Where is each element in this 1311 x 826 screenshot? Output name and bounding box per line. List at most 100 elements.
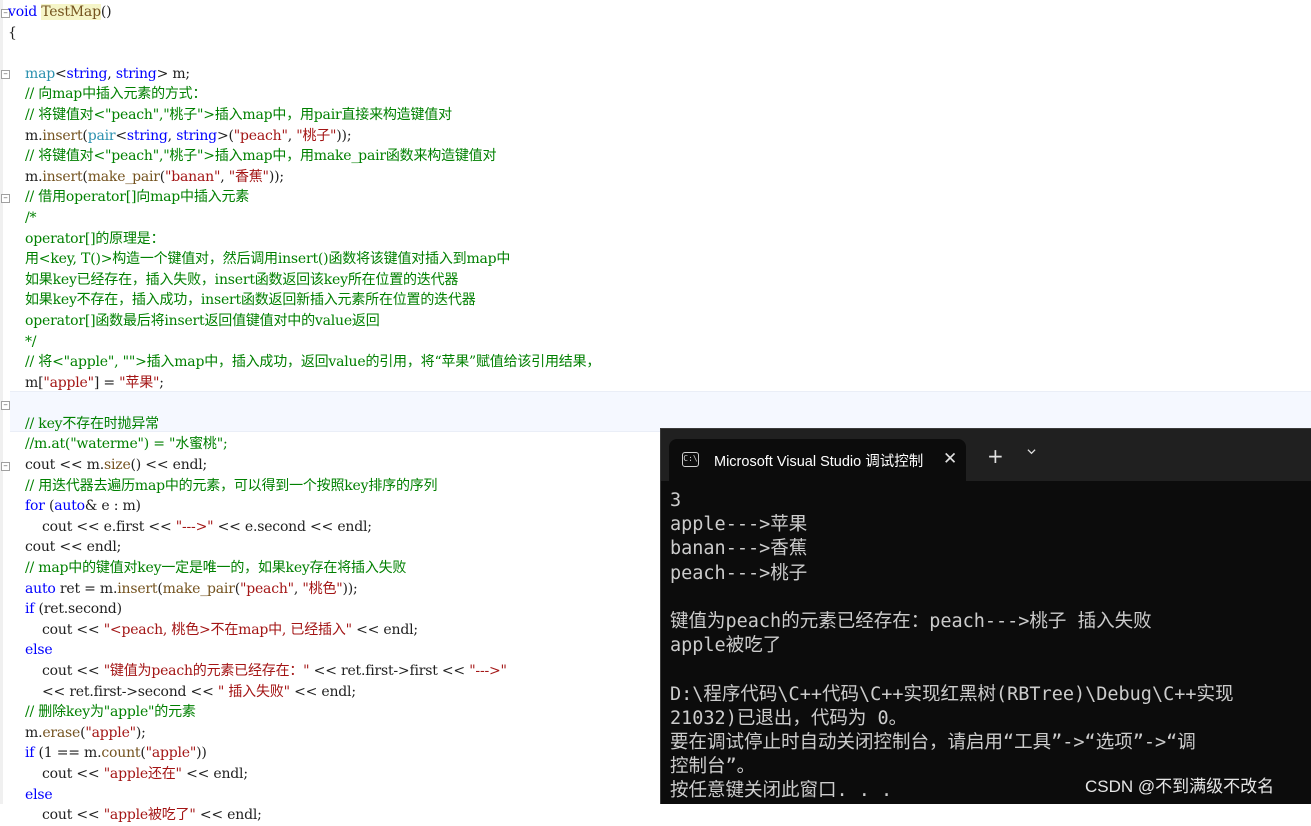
close-tab-icon[interactable]: ✕ [943, 448, 957, 470]
code-token: // 将键值对<"peach","桃子">插入map中，用make_pair函数… [8, 148, 497, 165]
code-line[interactable]: auto ret = m.insert(make_pair("peach", "… [8, 579, 600, 600]
code-line[interactable]: { [8, 23, 600, 44]
code-token: // key不存在时抛异常 [8, 415, 159, 432]
code-token: , [287, 127, 297, 144]
code-line[interactable]: */ [8, 332, 600, 353]
code-line[interactable]: void TestMap() [8, 2, 600, 23]
code-line[interactable] [8, 43, 600, 64]
code-line[interactable]: //m.at("waterme") = "水蜜桃"; [8, 434, 600, 455]
code-line[interactable]: // key不存在时抛异常 [8, 414, 600, 435]
code-line[interactable] [8, 393, 600, 414]
code-token: cout << e.first << [8, 518, 176, 535]
debug-console-window[interactable]: C:\ Microsoft Visual Studio 调试控制台 ✕ + 3 a… [660, 428, 1311, 804]
code-token: ( [44, 498, 55, 515]
code-line[interactable]: // 向map中插入元素的方式： [8, 84, 600, 105]
code-token: // 向map中插入元素的方式： [8, 86, 207, 103]
code-line[interactable]: else [8, 785, 600, 806]
console-line: apple--->苹果 [670, 514, 808, 536]
code-token: ); [135, 724, 146, 741]
code-token: // 将键值对<"peach","桃子">插入map中，用pair直接来构造键值… [8, 106, 452, 123]
code-token: (ret.second) [34, 601, 122, 618]
code-token: "--->" [469, 663, 507, 679]
code-token: (1 == m. [34, 745, 102, 762]
code-token: m. [8, 168, 43, 185]
code-line[interactable]: // map中的键值对key一定是唯一的，如果key存在将插入失败 [8, 558, 600, 579]
code-token: void [8, 4, 37, 20]
code-line[interactable]: cout << endl; [8, 537, 600, 558]
code-token: << endl; [195, 807, 262, 824]
code-line[interactable]: 用<key, T()>构造一个键值对，然后调用insert()函数将该键值对插入… [8, 249, 600, 270]
code-token: )); [342, 580, 358, 597]
code-line[interactable]: cout << "apple被吃了" << endl; [8, 805, 600, 826]
code-token: < [55, 65, 67, 82]
code-token: 如果key已经存在，插入失败，insert函数返回该key所在位置的迭代器 [8, 271, 459, 288]
code-line[interactable]: if (ret.second) [8, 599, 600, 620]
code-token: << endl; [351, 621, 418, 638]
code-line[interactable]: // 将键值对<"peach","桃子">插入map中，用pair直接来构造键值… [8, 105, 600, 126]
code-line[interactable]: cout << "apple还在" << endl; [8, 764, 600, 785]
code-token: "apple" [85, 724, 136, 741]
code-token: << e.second << endl; [213, 518, 372, 535]
code-token: else [8, 786, 53, 803]
code-token: operator[]函数最后将insert返回值键值对中的value返回 [8, 312, 380, 329]
code-line[interactable]: m.insert(pair<string, string>("peach", "… [8, 126, 600, 147]
code-line[interactable]: 如果key已经存在，插入失败，insert函数返回该key所在位置的迭代器 [8, 270, 600, 291]
code-line[interactable]: m.insert(make_pair("banan", "香蕉")); [8, 167, 600, 188]
code-line[interactable]: // 将<"apple", "">插入map中，插入成功，返回value的引用，… [8, 352, 600, 373]
code-line[interactable]: m.erase("apple"); [8, 723, 600, 744]
chevron-down-icon[interactable] [1027, 447, 1036, 456]
code-token: () << endl; [130, 457, 208, 474]
code-line[interactable]: << ret.first->second << " 插入失败" << endl; [8, 682, 600, 703]
code-line[interactable]: cout << "<peach, 桃色>不在map中, 已经插入" << end… [8, 620, 600, 641]
code-token: string [176, 127, 217, 144]
code-line[interactable]: cout << m.size() << endl; [8, 455, 600, 476]
code-line[interactable]: for (auto& e : m) [8, 496, 600, 517]
code-token: auto [25, 580, 56, 597]
code-line[interactable]: map<string, string> m; [8, 64, 600, 85]
code-line[interactable]: m["apple"] = "苹果"; [8, 373, 600, 394]
code-token: else [8, 642, 53, 659]
code-line[interactable]: // 删除key为"apple"的元素 [8, 702, 600, 723]
code-token: m. [8, 724, 43, 741]
code-token: */ [8, 333, 37, 350]
code-line[interactable]: // 将键值对<"peach","桃子">插入map中，用make_pair函数… [8, 146, 600, 167]
code-line[interactable]: // 用迭代器去遍历map中的元素，可以得到一个按照key排序的序列 [8, 476, 600, 497]
code-line[interactable]: cout << e.first << "--->" << e.second <<… [8, 517, 600, 538]
code-line[interactable]: /* [8, 208, 600, 229]
console-tab[interactable]: C:\ Microsoft Visual Studio 调试控制台 ✕ [669, 439, 966, 481]
code-token: << endl; [289, 683, 356, 700]
code-token: //m.at("waterme") = "水蜜桃"; [8, 436, 228, 453]
code-token: auto [54, 498, 85, 515]
terminal-icon: C:\ [682, 452, 699, 467]
code-line[interactable]: 如果key不存在，插入成功，insert函数返回新插入元素所在位置的迭代器 [8, 290, 600, 311]
console-output: 3 apple--->苹果 banan--->香蕉 peach--->桃子 键值为pe… [670, 489, 1234, 803]
code-token: erase [42, 724, 81, 741]
console-line: peach--->桃子 [670, 562, 808, 584]
code-line[interactable]: else [8, 640, 600, 661]
code-line[interactable]: if (1 == m.count("apple")) [8, 743, 600, 764]
code-token: "apple被吃了" [103, 807, 196, 824]
code-token: )) [196, 745, 207, 762]
code-token: cout << [8, 621, 104, 638]
source-code[interactable]: void TestMap(){ map<string, string> m; /… [8, 2, 600, 826]
code-line[interactable]: operator[]函数最后将insert返回值键值对中的value返回 [8, 311, 600, 332]
code-line[interactable]: operator[]的原理是： [8, 229, 600, 250]
code-line[interactable]: // 借用operator[]向map中插入元素 [8, 187, 600, 208]
code-token: "苹果" [119, 374, 160, 391]
code-line[interactable]: cout << "键值为peach的元素已经存在：" << ret.first-… [8, 661, 600, 682]
code-token: < [115, 127, 127, 144]
watermark-text: CSDN @不到满级不改名 [1085, 777, 1275, 796]
console-line: 键值为peach的元素已经存在：peach--->桃子 插入失败 [670, 610, 1152, 632]
console-line: banan--->香蕉 [670, 538, 808, 560]
code-token: string [126, 127, 168, 144]
new-tab-icon[interactable]: + [987, 446, 1004, 466]
code-token: << ret.first->second << [8, 683, 218, 700]
code-token: "键值为peach的元素已经存在：" [103, 663, 310, 679]
console-line: apple被吃了 [670, 635, 782, 657]
code-token: // 借用operator[]向map中插入元素 [8, 189, 250, 206]
